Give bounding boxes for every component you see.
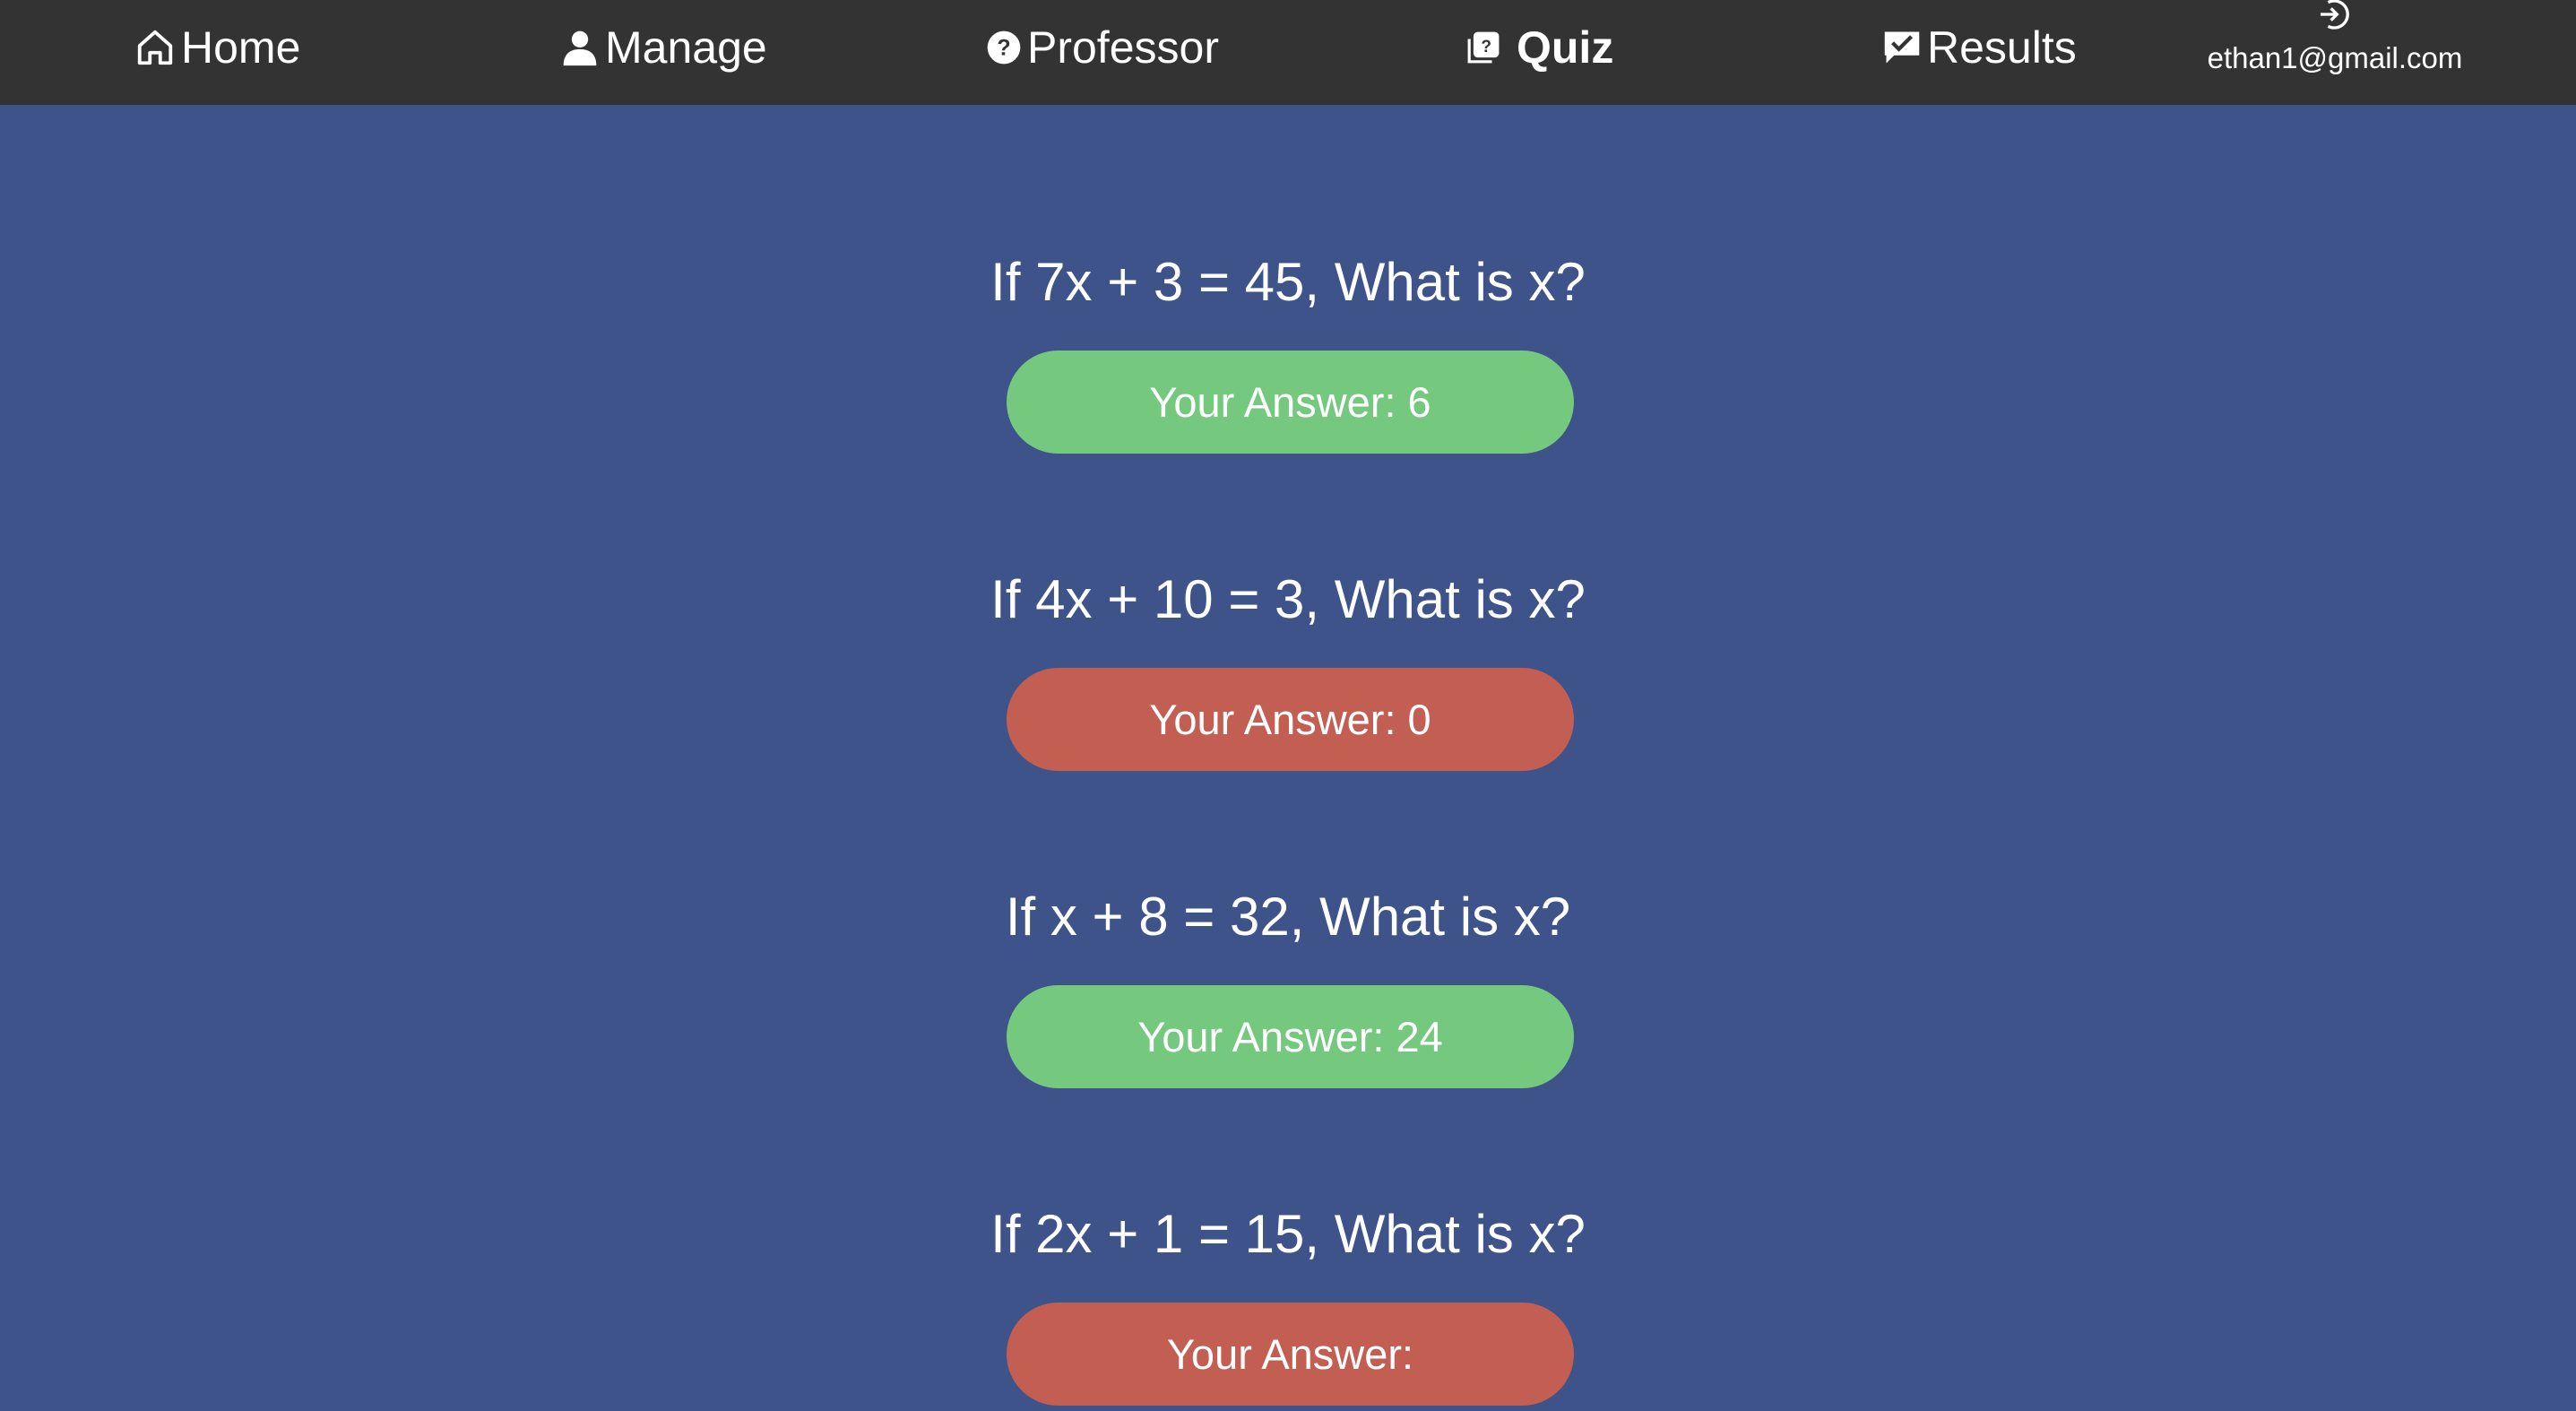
home-icon — [134, 27, 176, 68]
nav-results[interactable]: Results — [1882, 0, 2077, 95]
top-navbar: Home Manage ? Professor ? Quiz Results e… — [0, 0, 2576, 105]
user-menu: ethan1@gmail.com — [2187, 0, 2483, 99]
nav-manage-label: Manage — [605, 22, 767, 73]
logout-icon[interactable] — [2316, 0, 2352, 32]
nav-home-label: Home — [181, 22, 301, 73]
question-text: If 7x + 3 = 45, What is x? — [990, 252, 1586, 312]
svg-text:?: ? — [1481, 38, 1491, 56]
answer-correct[interactable]: Your Answer: 6 — [1007, 351, 1574, 454]
nav-manage[interactable]: Manage — [560, 0, 767, 95]
user-email: ethan1@gmail.com — [2207, 41, 2463, 74]
question-text: If 4x + 10 = 3, What is x? — [990, 569, 1586, 629]
answer-incorrect[interactable]: Your Answer: 0 — [1007, 668, 1574, 771]
answer-correct[interactable]: Your Answer: 24 — [1007, 985, 1574, 1088]
nav-home[interactable]: Home — [134, 0, 300, 95]
nav-professor[interactable]: ? Professor — [986, 0, 1219, 95]
person-icon — [560, 27, 600, 68]
svg-text:?: ? — [997, 35, 1010, 60]
chat-check-icon — [1882, 29, 1922, 66]
nav-quiz[interactable]: ? Quiz — [1466, 0, 1613, 95]
answer-incorrect[interactable]: Your Answer: — [1007, 1303, 1574, 1406]
question-text: If 2x + 1 = 15, What is x? — [990, 1204, 1586, 1264]
question-circle-icon: ? — [986, 30, 1022, 65]
quiz-icon: ? — [1466, 30, 1500, 65]
nav-professor-label: Professor — [1027, 22, 1219, 73]
question-text: If x + 8 = 32, What is x? — [1005, 887, 1571, 947]
nav-results-label: Results — [1927, 22, 2077, 73]
nav-quiz-label: Quiz — [1517, 22, 1614, 73]
